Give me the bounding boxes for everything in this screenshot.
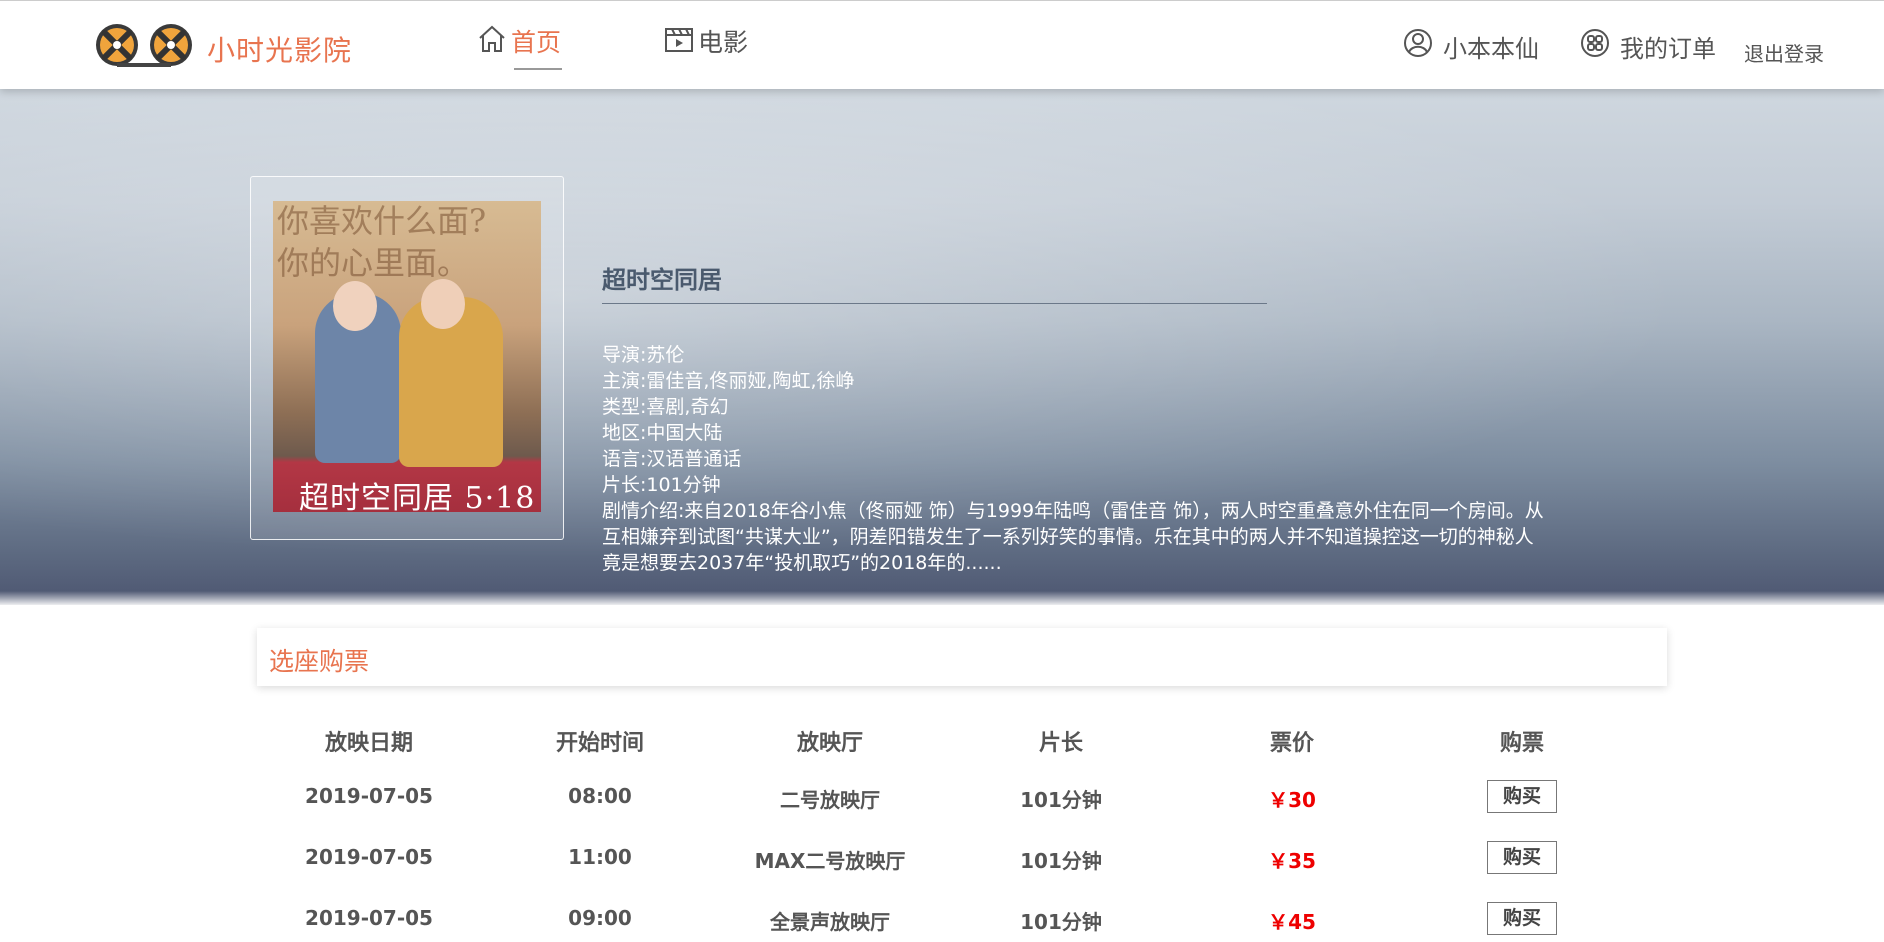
showtime-hall: MAX二号放映厅 [754, 849, 906, 873]
poster-frame: 你喜欢什么面? 你的心里面。 超时空同居 5·18 [250, 176, 564, 540]
logout-link[interactable]: 退出登录 [1744, 35, 1824, 69]
user-icon [1403, 28, 1433, 64]
poster-face-left [333, 281, 377, 331]
showtime-start: 11:00 [568, 845, 632, 869]
my-orders-link[interactable]: 我的订单 [1580, 29, 1716, 63]
ticket-section-header: 选座购票 [257, 628, 1667, 686]
poster-face-right [421, 279, 465, 329]
movie-poster: 你喜欢什么面? 你的心里面。 超时空同居 5·18 [273, 201, 541, 512]
showtime-length: 101分钟 [1020, 788, 1102, 812]
buy-button[interactable]: 购买 [1487, 841, 1557, 874]
table-row: 2019-07-05 08:00 二号放映厅 101分钟 ￥30 购买 [257, 780, 1667, 820]
poster-tagline-2: 你的心里面。 [277, 244, 470, 282]
col-header-hall: 放映厅 [796, 731, 863, 756]
movie-genre: 类型:喜剧,奇幻 [602, 396, 729, 418]
col-header-buy: 购票 [1499, 731, 1544, 756]
active-nav-underline [514, 68, 562, 70]
movie-info: 导演:苏伦 主演:雷佳音,佟丽娅,陶虹,徐峥 类型:喜剧,奇幻 地区:中国大陆 … [602, 342, 1552, 576]
showtime-length: 101分钟 [1020, 849, 1102, 873]
movie-language: 语言:汉语普通话 [602, 448, 742, 470]
film-reel-logo-icon [96, 24, 192, 67]
showtime-hall: 二号放映厅 [780, 788, 880, 812]
showtime-length: 101分钟 [1020, 910, 1102, 934]
movie-director: 导演:苏伦 [602, 344, 685, 366]
table-row: 2019-07-05 11:00 MAX二号放映厅 101分钟 ￥35 购买 [257, 841, 1667, 881]
user-name: 小本本仙 [1443, 34, 1539, 63]
movie-duration: 片长:101分钟 [602, 474, 721, 496]
nav-home-label: 首页 [511, 28, 562, 57]
buy-button[interactable]: 购买 [1487, 902, 1557, 935]
top-header: 小时光影院 首页 电影 小本本仙 我的订单 退出登录 [0, 0, 1884, 89]
brand-name[interactable]: 小时光影院 [207, 29, 352, 69]
showtime-price: ￥45 [1268, 910, 1316, 934]
showtime-price: ￥35 [1268, 849, 1316, 873]
my-orders-label: 我的订单 [1620, 34, 1716, 63]
table-row: 2019-07-05 09:00 全景声放映厅 101分钟 ￥45 购买 [257, 902, 1667, 942]
cinema-logo[interactable] [95, 23, 195, 69]
nav-movies-label: 电影 [698, 28, 749, 57]
buy-button[interactable]: 购买 [1487, 780, 1557, 813]
home-icon [477, 24, 507, 60]
movie-detail-banner: 你喜欢什么面? 你的心里面。 超时空同居 5·18 超时空同居 导演:苏伦 主演… [0, 88, 1884, 605]
col-header-start-time: 开始时间 [555, 731, 644, 756]
col-header-date: 放映日期 [324, 731, 413, 756]
film-icon [664, 24, 694, 60]
showtime-date: 2019-07-05 [305, 845, 433, 869]
movie-cast: 主演:雷佳音,佟丽娅,陶虹,徐峥 [602, 370, 855, 392]
movie-region: 地区:中国大陆 [602, 422, 723, 444]
col-header-length: 片长 [1038, 731, 1083, 756]
showtime-hall: 全景声放映厅 [770, 910, 890, 934]
poster-tagline-1: 你喜欢什么面? [277, 202, 487, 240]
orders-icon [1580, 28, 1610, 64]
nav-home[interactable]: 首页 [477, 23, 561, 73]
movie-synopsis: 剧情介绍:来自2018年谷小焦（佟丽娅 饰）与1999年陆鸣（雷佳音 饰），两人… [602, 500, 1544, 574]
showtime-start: 09:00 [568, 906, 632, 930]
showtime-start: 08:00 [568, 784, 632, 808]
ticket-section-title: 选座购票 [269, 647, 370, 676]
showtime-date: 2019-07-05 [305, 906, 433, 930]
showtime-price: ￥30 [1268, 788, 1316, 812]
movie-title: 超时空同居 [602, 266, 722, 294]
col-header-price: 票价 [1269, 731, 1314, 756]
showtime-date: 2019-07-05 [305, 784, 433, 808]
title-divider [602, 303, 1267, 304]
table-header-row: 放映日期 开始时间 放映厅 片长 票价 购票 [257, 725, 1667, 765]
poster-title: 超时空同居 5·18 [299, 481, 536, 512]
nav-movies[interactable]: 电影 [664, 23, 748, 73]
user-profile-link[interactable]: 小本本仙 [1403, 29, 1539, 63]
